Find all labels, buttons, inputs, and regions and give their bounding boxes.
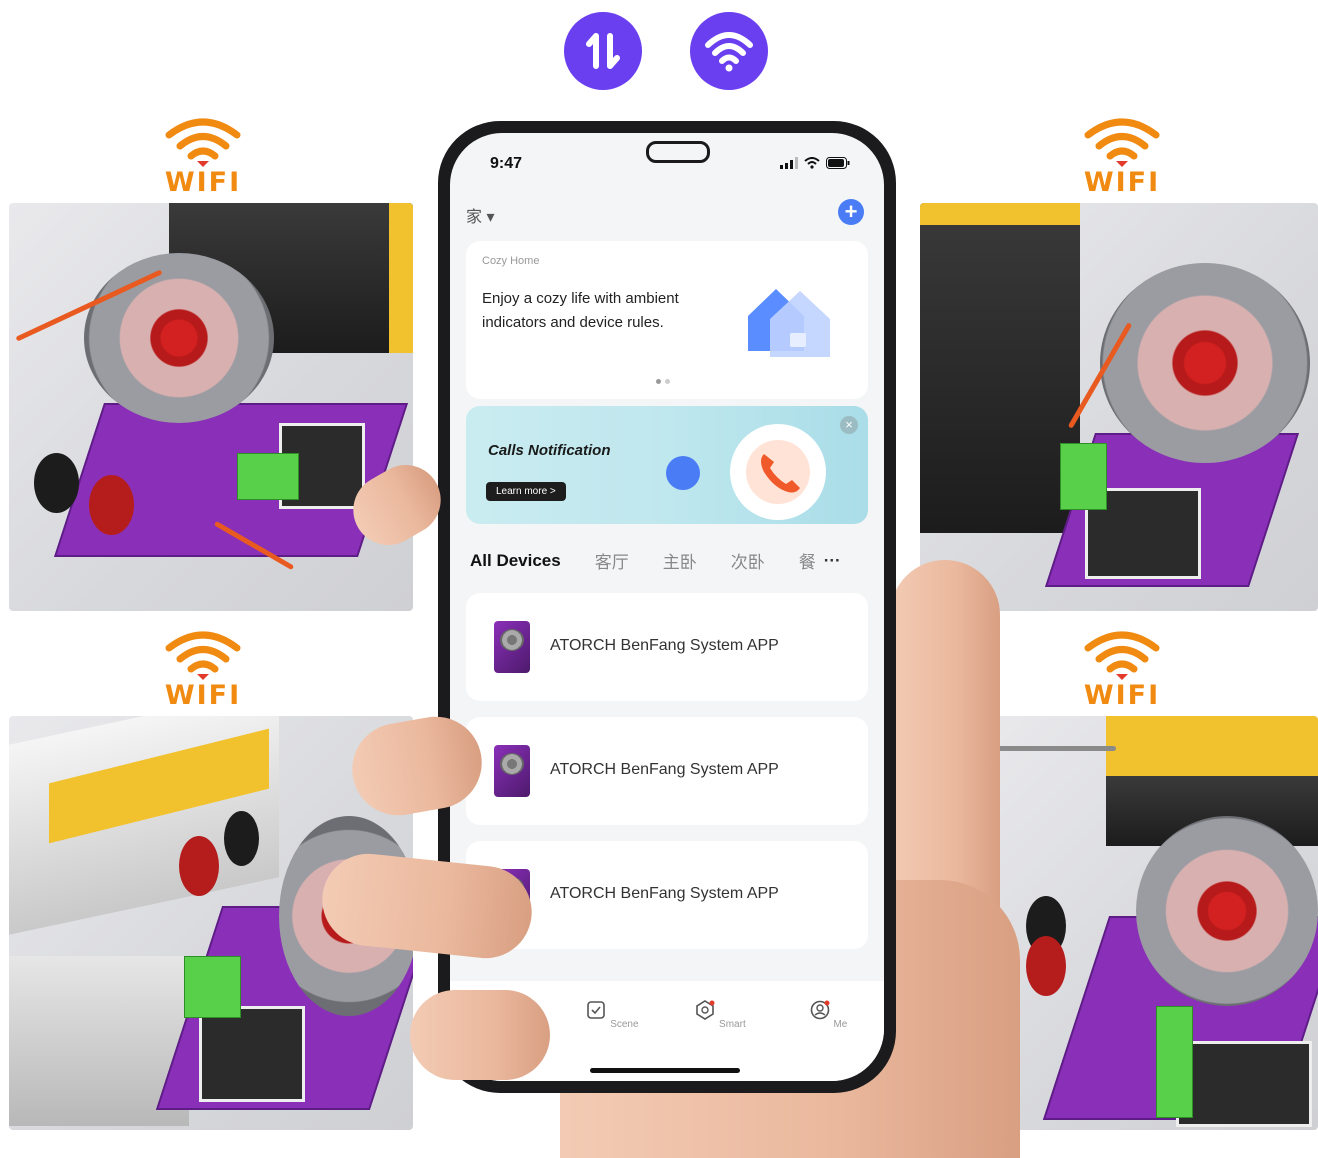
scene-icon [587,1001,606,1019]
calls-close-button[interactable]: × [840,416,858,434]
wifi-icon [165,118,241,167]
wifi-icon [690,12,768,90]
lithium-battery [920,203,1080,533]
learn-more-button[interactable]: Learn more > [486,482,566,501]
cozy-home-banner[interactable]: Cozy Home Enjoy a cozy life with ambient… [466,241,868,399]
product-photo-bottom-right [986,716,1318,1130]
home-indicator [590,1068,740,1073]
tab-second-bedroom[interactable]: 次卧 [731,548,765,573]
house-illustration-icon [738,271,838,361]
tab-master-bedroom[interactable]: 主卧 [663,548,697,573]
banner-text: Enjoy a cozy life with ambient indicator… [482,290,679,331]
wifi-badge-bottom-left: WIFI [148,630,258,710]
cooling-fan [1136,816,1318,1006]
banner-pager [656,379,670,384]
nav-scene[interactable]: Scene [582,999,642,1030]
product-photo-top-right [920,203,1318,611]
wifi-status-icon [804,157,820,169]
device-thumbnail [494,745,530,797]
lcd-screen [1176,1041,1312,1127]
wifi-icon [1084,118,1160,167]
nav-label: Scene [610,1019,639,1030]
device-name: ATORCH BenFang System APP [550,885,779,902]
wifi-label: WIFI [164,680,242,711]
wifi-label: WIFI [1083,167,1161,198]
red-knob [1026,936,1066,996]
tab-all-devices[interactable]: All Devices [470,551,561,571]
status-time: 9:47 [490,155,523,172]
wifi-label: WIFI [164,167,242,198]
terminal-block [237,453,299,500]
battery-icon [826,157,850,169]
data-transfer-icon [564,12,642,90]
hand-finger [410,990,550,1080]
device-name: ATORCH BenFang System APP [550,761,779,778]
wifi-badge-top-left: WIFI [148,117,258,197]
device-name: ATORCH BenFang System APP [550,637,779,654]
profile-icon [810,1000,830,1020]
terminal-block [184,956,241,1018]
room-tabs: All Devices 客厅 主卧 次卧 餐 ··· [470,548,870,573]
tab-living-room[interactable]: 客厅 [595,548,629,573]
alarm-icon [666,456,700,490]
calls-title: Calls Notification [488,442,611,459]
black-knob [224,811,259,866]
status-icons [780,157,850,169]
device-card[interactable]: ATORCH BenFang System APP [466,717,868,825]
calls-notification-card[interactable]: Calls Notification Learn more > × [466,406,868,524]
lcd-screen [199,1006,305,1102]
red-knob [179,836,219,896]
wifi-label: WIFI [1083,680,1161,711]
product-photo-top-left [9,203,413,611]
wifi-badge-top-right: WIFI [1067,117,1177,197]
nav-me[interactable]: Me [798,999,858,1030]
phone-call-icon [730,424,826,520]
tab-dining[interactable]: 餐 [799,548,816,573]
wifi-icon [165,631,241,680]
banner-label: Cozy Home [482,255,540,267]
device-thumbnail [494,621,530,673]
home-selector[interactable]: 家 ▾ [466,203,494,227]
nav-label: Smart [719,1019,746,1030]
red-knob [89,475,134,535]
terminal-block [1060,443,1107,510]
device-card[interactable]: ATORCH BenFang System APP [466,593,868,701]
tabs-more-button[interactable]: ··· [824,551,841,571]
terminal-block [1156,1006,1193,1118]
wifi-badge-bottom-right: WIFI [1067,630,1177,710]
cooling-fan [84,253,274,423]
signal-icon [780,157,798,169]
black-knob [34,453,79,513]
wifi-icon [1084,631,1160,680]
nav-label: Me [833,1019,848,1030]
smart-icon [696,1000,715,1020]
nav-smart[interactable]: Smart [690,999,750,1030]
cooling-fan [1100,263,1310,463]
phone-notch [646,141,710,163]
add-device-button[interactable]: + [838,199,864,225]
